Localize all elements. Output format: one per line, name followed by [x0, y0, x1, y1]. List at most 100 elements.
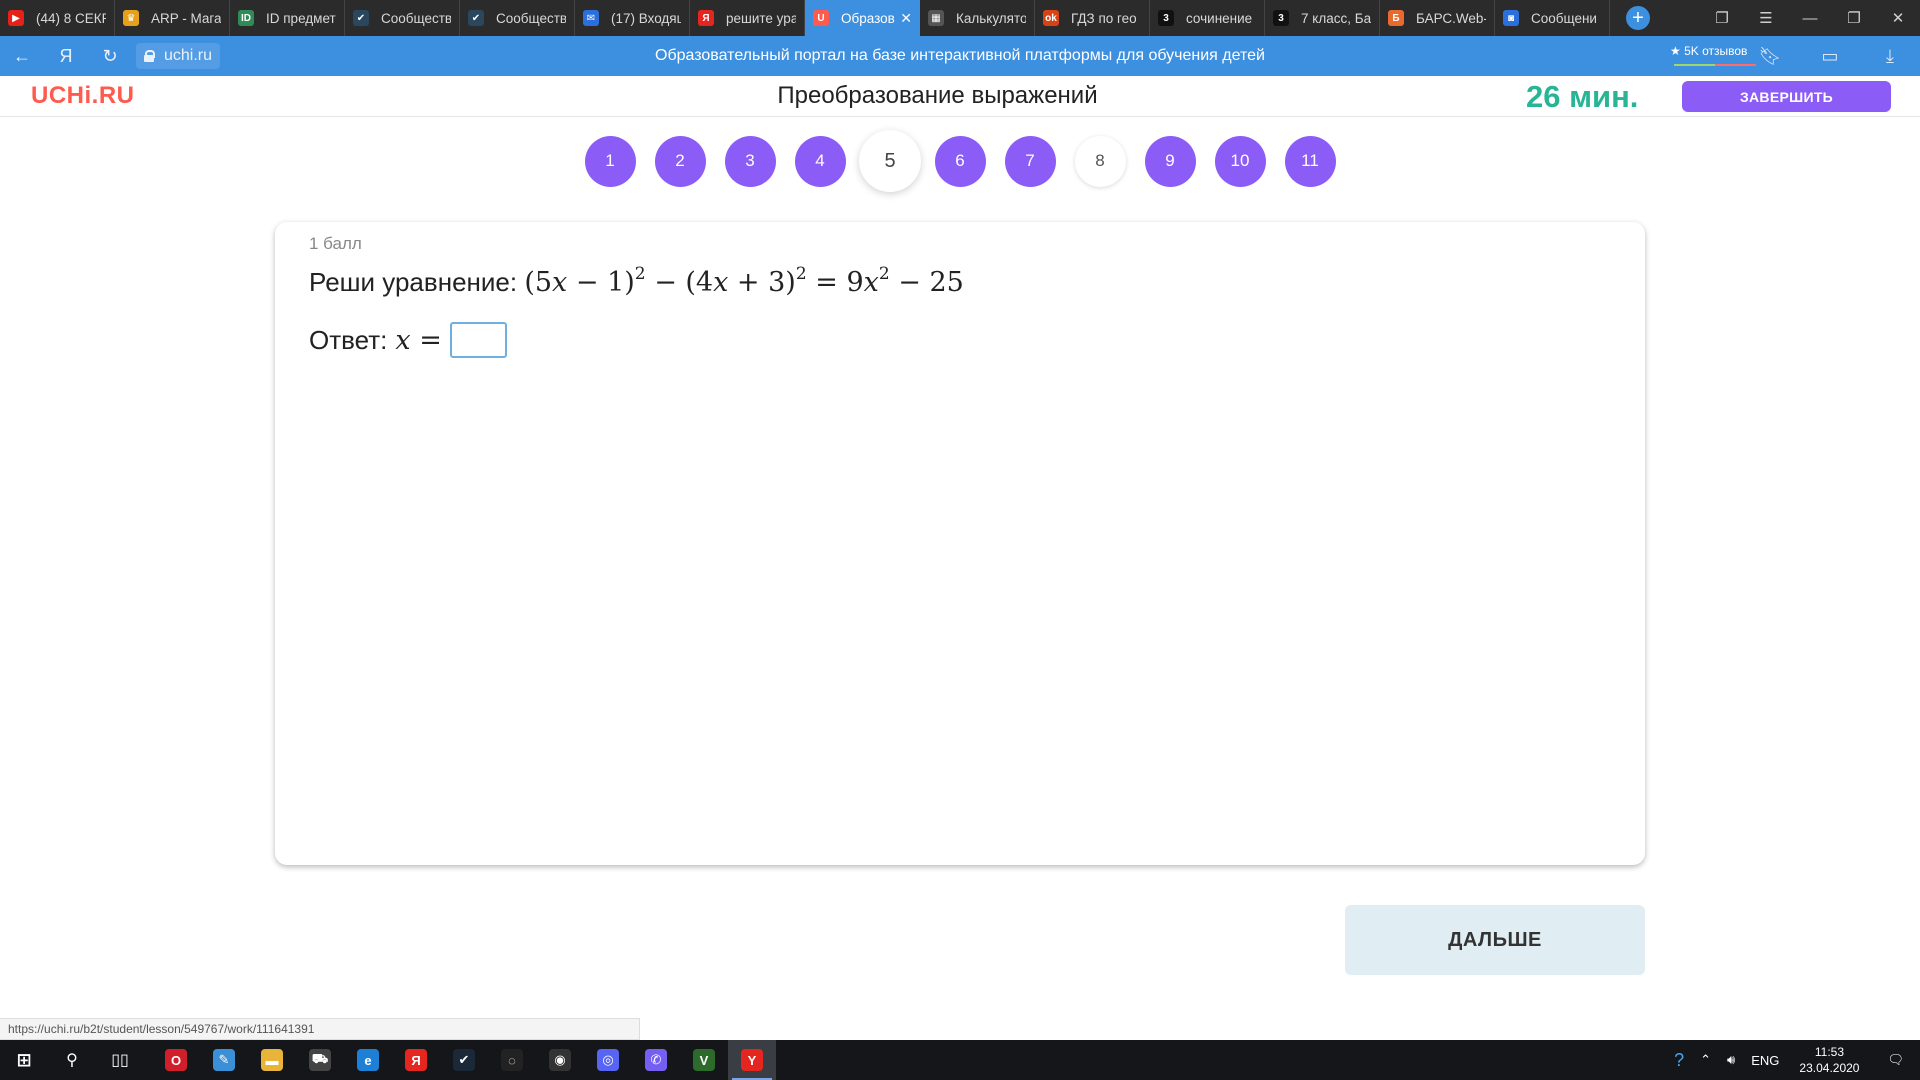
answer-label: Ответ: — [309, 324, 388, 355]
taskbar-app[interactable]: ⛟ — [296, 1040, 344, 1080]
task-nav-item[interactable]: 10 — [1214, 135, 1266, 187]
task-nav-item[interactable]: 5 — [859, 130, 921, 192]
taskbar-app[interactable]: O — [152, 1040, 200, 1080]
tab-label: ID предмет — [266, 10, 336, 26]
browser-tab[interactable]: ◙ Сообщени — [1495, 0, 1610, 36]
taskbar-app[interactable]: Я — [392, 1040, 440, 1080]
start-button[interactable]: ⊞ — [0, 1040, 48, 1080]
yandex-browser-icon: Я — [405, 1049, 427, 1071]
task-nav-item[interactable]: 11 — [1284, 135, 1336, 187]
yandex-home-icon[interactable]: Я — [44, 36, 88, 76]
taskbar-app[interactable]: V — [680, 1040, 728, 1080]
browser-tab-strip: ▶ (44) 8 СЕКР ♛ ARP - Мага ID ID предмет ✔ Сооб… — [0, 0, 1920, 36]
taskbar-app[interactable]: ◌ — [488, 1040, 536, 1080]
taskbar-app[interactable]: ◎ — [584, 1040, 632, 1080]
download-icon[interactable]: ⤓ — [1860, 36, 1920, 76]
task-nav-item[interactable]: 2 — [654, 135, 706, 187]
browser-tab[interactable]: ✉ (17) Входящ — [575, 0, 690, 36]
uchi-icon: U — [813, 10, 829, 26]
task-nav-item[interactable]: 4 — [794, 135, 846, 187]
url-text: uchi.ru — [164, 47, 213, 64]
taskbar-app[interactable]: e — [344, 1040, 392, 1080]
tab-label: Образов — [841, 10, 895, 26]
trophy-icon: ♛ — [123, 10, 139, 26]
browser-tab[interactable]: ▶ (44) 8 СЕКР — [0, 0, 115, 36]
url-field[interactable]: uchi.ru — [136, 43, 221, 69]
browser-tab[interactable]: ✔ Сообществ — [345, 0, 460, 36]
browser-tab[interactable]: 3 сочинение — [1150, 0, 1265, 36]
browser-tab[interactable]: ok ГДЗ по гео — [1035, 0, 1150, 36]
tab-label: Сообщени — [1531, 10, 1597, 26]
volume-icon[interactable]: 🔊︎ — [1719, 1052, 1743, 1068]
restore-button[interactable]: ❐ — [1832, 0, 1876, 36]
mail-icon: ✉ — [583, 10, 599, 26]
task-nav-item[interactable]: 9 — [1144, 135, 1196, 187]
tab-label: ARP - Мага — [151, 10, 221, 26]
browser-tab[interactable]: ▦ Калькулято — [920, 0, 1035, 36]
collections-icon[interactable]: ▭ — [1800, 36, 1860, 76]
minimize-button[interactable]: — — [1788, 0, 1832, 36]
tab-label: сочинение — [1186, 10, 1253, 26]
browser-tab[interactable]: ♛ ARP - Мага — [115, 0, 230, 36]
back-icon[interactable]: ← — [0, 36, 44, 76]
close-tab-icon[interactable]: ✕ — [900, 10, 912, 27]
language-indicator[interactable]: ENG — [1743, 1053, 1787, 1068]
taskbar-app[interactable]: ✔ — [440, 1040, 488, 1080]
browser-tab[interactable]: Б БАРС.Web- — [1380, 0, 1495, 36]
discord-icon: ◎ — [597, 1049, 619, 1071]
id-card-icon: ID — [238, 10, 254, 26]
notifications-icon[interactable]: 🗨︎ — [1871, 1052, 1920, 1068]
windows-icon: ⊞ — [16, 1049, 32, 1070]
clock[interactable]: 11:53 23.04.2020 — [1787, 1044, 1871, 1076]
tab-label: решите ура — [726, 10, 796, 26]
tab-manager-icon[interactable]: ❐ — [1700, 0, 1744, 36]
browser-tab[interactable]: U Образов ✕ — [805, 0, 920, 36]
reviews-link[interactable]: ★ 5K отзывов — [1670, 44, 1747, 58]
tab-label: БАРС.Web- — [1416, 10, 1486, 26]
chevron-up-icon[interactable]: ⌃ — [1692, 1052, 1719, 1068]
gta-icon: V — [693, 1049, 715, 1071]
yandex-icon: Y — [741, 1049, 763, 1071]
search-button[interactable]: ⚲ — [48, 1040, 96, 1080]
next-button[interactable]: ДАЛЬШЕ — [1345, 905, 1645, 975]
obs-icon: ◉ — [549, 1049, 571, 1071]
clock-time: 11:53 — [1814, 1045, 1845, 1059]
edge-icon: e — [357, 1049, 379, 1071]
answer-input[interactable] — [449, 322, 507, 358]
tab-label: Сообществ — [381, 10, 451, 26]
search-icon: ⚲ — [66, 1052, 78, 1069]
browser-tab[interactable]: Ярешите ура — [690, 0, 805, 36]
task-nav-item[interactable]: 8 — [1074, 135, 1126, 187]
bookmark-icon[interactable]: 🔖︎ — [1740, 36, 1800, 76]
close-window-button[interactable]: ✕ — [1876, 0, 1920, 36]
system-tray: ? ⌃ 🔊︎ ENG 11:53 23.04.2020 🗨︎ — [1666, 1040, 1920, 1080]
clock-date: 23.04.2020 — [1799, 1061, 1860, 1075]
browser-tab[interactable]: ✔ Сообществ — [460, 0, 575, 36]
notes-icon: ✎ — [213, 1049, 235, 1071]
taskbar-app[interactable]: ✎ — [200, 1040, 248, 1080]
store-icon: ⛟ — [309, 1049, 331, 1071]
new-tab-button[interactable]: + — [1626, 6, 1650, 30]
taskbar-app[interactable]: ✆ — [632, 1040, 680, 1080]
taskbar-app[interactable]: ▬ — [248, 1040, 296, 1080]
help-icon[interactable]: ? — [1666, 1050, 1692, 1071]
task-nav-item[interactable]: 1 — [584, 135, 636, 187]
reload-icon[interactable]: ↻ — [88, 36, 132, 76]
browser-tab[interactable]: 3 7 класс, Ба — [1265, 0, 1380, 36]
taskbar-app[interactable]: ◉ — [536, 1040, 584, 1080]
tab-label: (44) 8 СЕКР — [36, 10, 106, 26]
task-nav-item[interactable]: 7 — [1004, 135, 1056, 187]
site-header: UCHi.RU Преобразование выражений 26 мин.… — [0, 76, 1920, 117]
bars-icon: Б — [1388, 10, 1404, 26]
task-nav-item[interactable]: 6 — [934, 135, 986, 187]
menu-icon[interactable]: ☰ — [1744, 0, 1788, 36]
taskbar-app[interactable]: Y — [728, 1040, 776, 1080]
task-view-button[interactable]: ▯▯ — [96, 1040, 144, 1080]
page-heading: Образовательный портал на базе интеракти… — [655, 47, 1265, 64]
finish-button[interactable]: ЗАВЕРШИТЬ — [1682, 81, 1891, 112]
task-nav-item[interactable]: 3 — [724, 135, 776, 187]
browser-tab[interactable]: ID ID предмет — [230, 0, 345, 36]
yandex-icon: Я — [698, 10, 714, 26]
lock-icon — [144, 50, 155, 62]
task-card: 1 балл Реши уравнение: (5x − 1)2 − (4x +… — [275, 222, 1645, 865]
